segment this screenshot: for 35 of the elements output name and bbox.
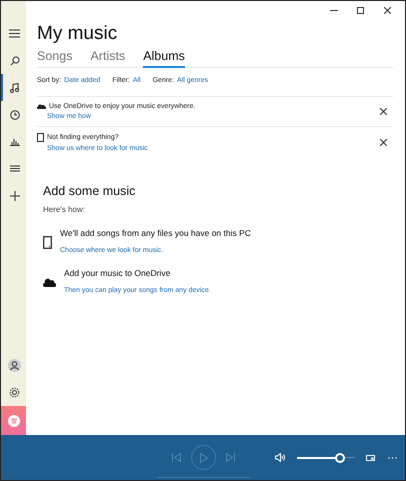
more-button[interactable] <box>386 454 399 460</box>
page-title: My music <box>37 23 118 45</box>
previous-icon <box>172 453 181 462</box>
person-icon <box>8 359 21 372</box>
maximize-icon <box>357 6 364 14</box>
volume-button[interactable] <box>273 451 288 464</box>
menu-icon <box>9 29 20 38</box>
plus-icon <box>10 190 20 200</box>
next-icon <box>226 453 235 462</box>
play-icon <box>200 452 208 462</box>
tab[interactable]: Artists <box>90 47 126 68</box>
mini-player-button[interactable] <box>364 452 377 462</box>
mini-player-icon <box>366 454 375 460</box>
tablet-icon <box>37 133 44 142</box>
list-icon <box>10 165 20 172</box>
bar-chart-icon <box>10 137 20 146</box>
close-icon <box>380 139 387 146</box>
tab[interactable]: Albums <box>143 47 185 68</box>
section-heading: Add some music <box>43 184 136 198</box>
music-note-icon <box>10 82 19 92</box>
close-icon <box>384 6 391 14</box>
clock-icon <box>10 110 20 120</box>
close-icon <box>380 108 387 115</box>
volume-thumb[interactable] <box>335 452 346 462</box>
option-text: We'll add songs from any files you have on this PC <box>60 228 251 238</box>
cloud-icon <box>43 278 56 287</box>
section-subheading: Here's how: <box>43 205 86 214</box>
speaker-icon <box>275 453 286 462</box>
tablet-icon <box>43 236 52 249</box>
cloud-icon <box>37 104 46 109</box>
settings-icon <box>9 387 20 398</box>
search-icon <box>10 56 20 66</box>
tab[interactable]: Songs <box>37 47 72 68</box>
option-text: Add your music to OneDrive <box>64 268 172 278</box>
sound-waves-icon <box>8 414 20 426</box>
